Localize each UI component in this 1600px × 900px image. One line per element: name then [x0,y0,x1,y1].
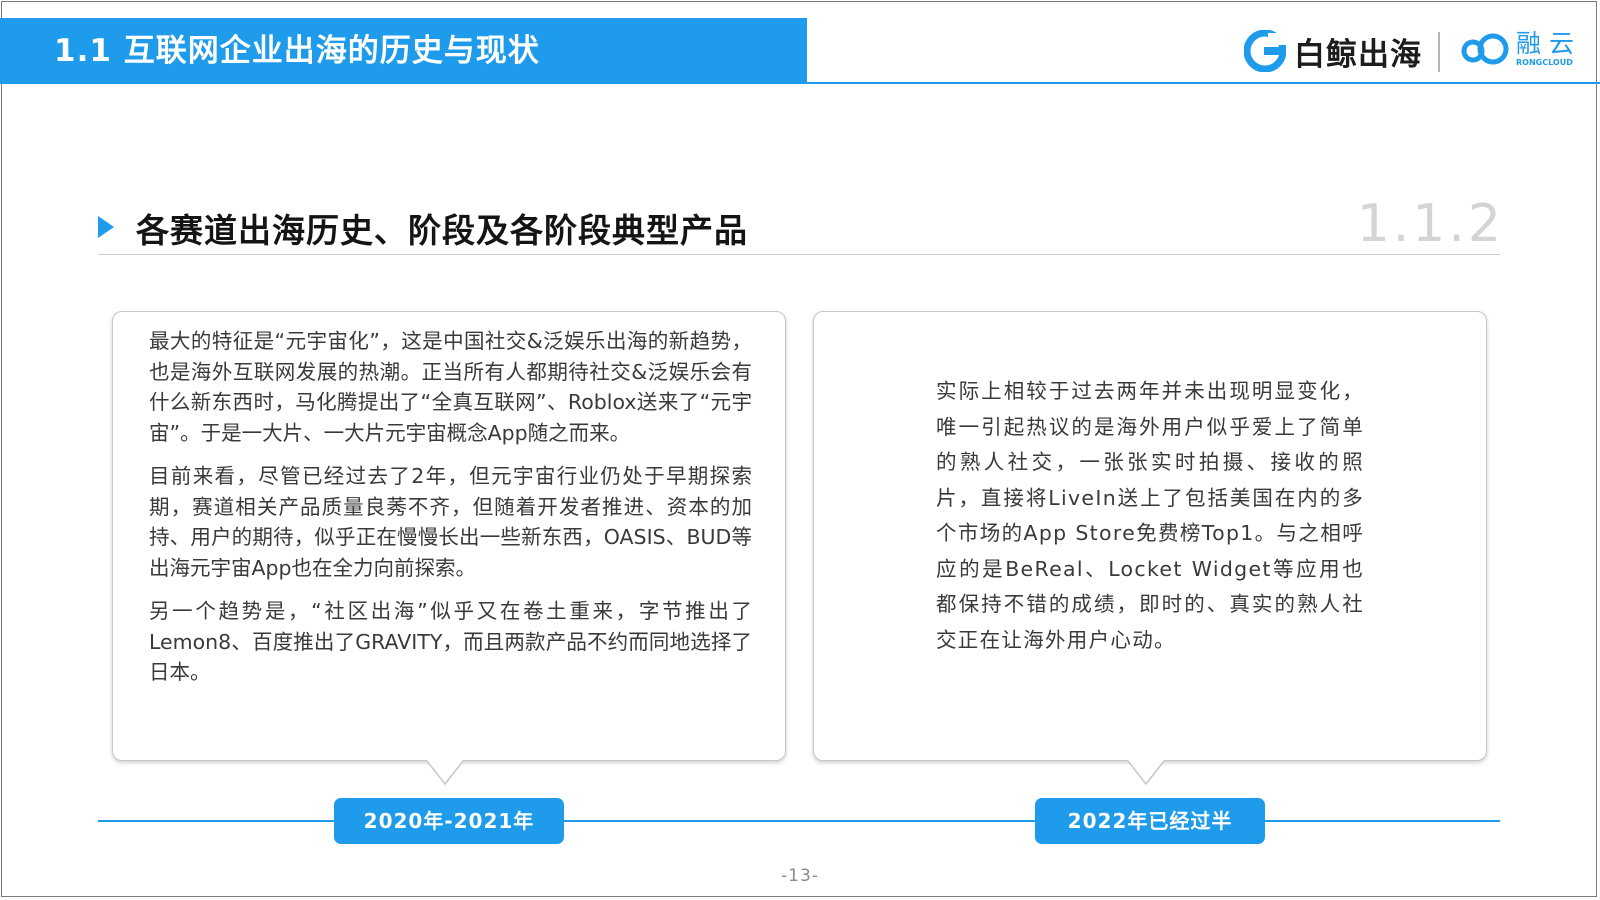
rongcloud-logo-en: RONGCLOUD [1516,58,1573,67]
left-paragraph-3: 另一个趋势是，“社区出海”似乎又在卷土重来，字节推出了Lemon8、百度推出了G… [149,599,752,684]
baijing-logo-text: 白鲸出海 [1294,36,1422,73]
rongcloud-logo: 融云 RONGCLOUD [1460,30,1582,68]
baijing-logo: 白鲸出海 [1244,26,1422,76]
timeline-label-2022: 2022年已经过半 [1035,798,1265,844]
left-callout-box: 最大的特征是“元宇宙化”，这是中国社交&泛娱乐出海的新趋势，也是海外互联网发展的… [112,311,786,785]
baijing-logo-icon [1244,30,1286,72]
rongcloud-logo-cn: 融云 [1516,29,1583,58]
section-bullet-icon [98,216,114,238]
title-bar: 1.1 互联网企业出海的历史与现状 [0,18,807,84]
section-divider [98,254,1500,255]
right-callout-box: 实际上相较于过去两年并未出现明显变化，唯一引起热议的是海外用户似乎爱上了简单的熟… [813,311,1487,785]
timeline-label-2020-2021: 2020年-2021年 [334,798,564,844]
timeline-line [98,820,1500,822]
page-number: -13- [781,866,819,886]
left-paragraph-2: 目前来看，尽管已经过去了2年，但元宇宙行业仍处于早期探索期，赛道相关产品质量良莠… [149,464,752,580]
right-callout-pointer [1128,760,1164,785]
header-divider [807,82,1600,84]
left-callout-text: 最大的特征是“元宇宙化”，这是中国社交&泛娱乐出海的新趋势，也是海外互联网发展的… [149,326,752,701]
left-paragraph-1: 最大的特征是“元宇宙化”，这是中国社交&泛娱乐出海的新趋势，也是海外互联网发展的… [149,329,752,445]
section-title: 各赛道出海历史、阶段及各阶段典型产品 [136,211,748,250]
logo-separator [1438,32,1440,72]
rongcloud-logo-icon [1461,33,1509,65]
page-title: 1.1 互联网企业出海的历史与现状 [54,33,540,69]
left-callout-pointer [427,760,463,785]
right-callout-text: 实际上相较于过去两年并未出现明显变化，唯一引起热议的是海外用户似乎爱上了简单的熟… [936,374,1364,658]
right-paragraph: 实际上相较于过去两年并未出现明显变化，唯一引起热议的是海外用户似乎爱上了简单的熟… [936,379,1364,652]
section-number: 1.1.2 [1356,194,1504,254]
